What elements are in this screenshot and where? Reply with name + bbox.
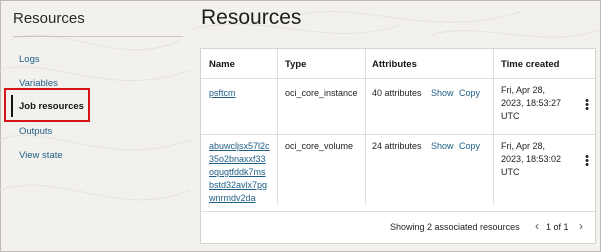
sidebar-item-view-state[interactable]: View state — [19, 150, 63, 161]
time-line: 2023, 18:53:02 — [501, 154, 562, 164]
column-header-attributes[interactable]: Attributes — [372, 59, 417, 70]
sidebar-item-outputs[interactable]: Outputs — [19, 126, 52, 137]
sidebar-title: Resources — [13, 10, 85, 27]
column-divider — [365, 49, 366, 205]
time-line: UTC — [501, 167, 520, 177]
resource-name-link[interactable]: 35o2bnaxxf33 — [209, 153, 270, 166]
header-divider — [201, 78, 595, 79]
results-summary: Showing 2 associated resources — [390, 222, 520, 232]
column-header-type[interactable]: Type — [285, 59, 306, 70]
time-created: Fri, Apr 28, 2023, 18:53:27 UTC — [501, 84, 561, 123]
sidebar-item-logs[interactable]: Logs — [19, 54, 40, 65]
copy-attributes-button[interactable]: Copy — [459, 87, 480, 100]
copy-attributes-button[interactable]: Copy — [459, 140, 480, 153]
resource-type: oci_core_instance — [285, 88, 358, 98]
resource-name-link[interactable]: oqugtfddk7ms — [209, 166, 270, 179]
time-line: UTC — [501, 111, 520, 121]
attributes-count: 24 attributes — [372, 141, 422, 151]
show-attributes-button[interactable]: Show — [431, 140, 454, 153]
row-actions-menu-icon[interactable]: • • • — [583, 96, 591, 115]
attributes-count: 40 attributes — [372, 88, 422, 98]
time-line: 2023, 18:53:27 — [501, 98, 562, 108]
row-actions-menu-icon[interactable]: • • • — [583, 152, 591, 171]
chevron-left-icon[interactable]: ‹ — [535, 219, 539, 233]
resource-name-link[interactable]: psftcm — [209, 88, 236, 98]
sidebar-divider — [13, 36, 183, 37]
row-divider — [201, 134, 595, 135]
time-line: Fri, Apr 28, — [501, 85, 546, 95]
table-row: psftcm — [209, 87, 236, 100]
highlight-annotation-box — [4, 88, 90, 122]
resource-name-link[interactable]: wnrmdv2da — [209, 192, 270, 205]
column-header-time-created[interactable]: Time created — [501, 59, 559, 70]
column-header-name[interactable]: Name — [209, 59, 235, 70]
resources-table: Name Type Attributes Time created psftcm… — [200, 48, 596, 244]
show-attributes-button[interactable]: Show — [431, 87, 454, 100]
column-divider — [493, 49, 494, 205]
footer-divider — [201, 211, 595, 212]
time-created: Fri, Apr 28, 2023, 18:53:02 UTC — [501, 140, 561, 179]
page-title: Resources — [201, 6, 302, 29]
pagination-status: 1 of 1 — [546, 222, 569, 232]
resource-name-link[interactable]: abuwcljsx57l2c — [209, 140, 270, 153]
resource-type: oci_core_volume — [285, 141, 354, 151]
time-line: Fri, Apr 28, — [501, 141, 546, 151]
table-row: abuwcljsx57l2c 35o2bnaxxf33 oqugtfddk7ms… — [209, 140, 270, 205]
chevron-right-icon[interactable]: › — [579, 219, 583, 233]
resource-name-link[interactable]: bstd32avlx7pg — [209, 179, 270, 192]
column-divider — [277, 49, 278, 205]
